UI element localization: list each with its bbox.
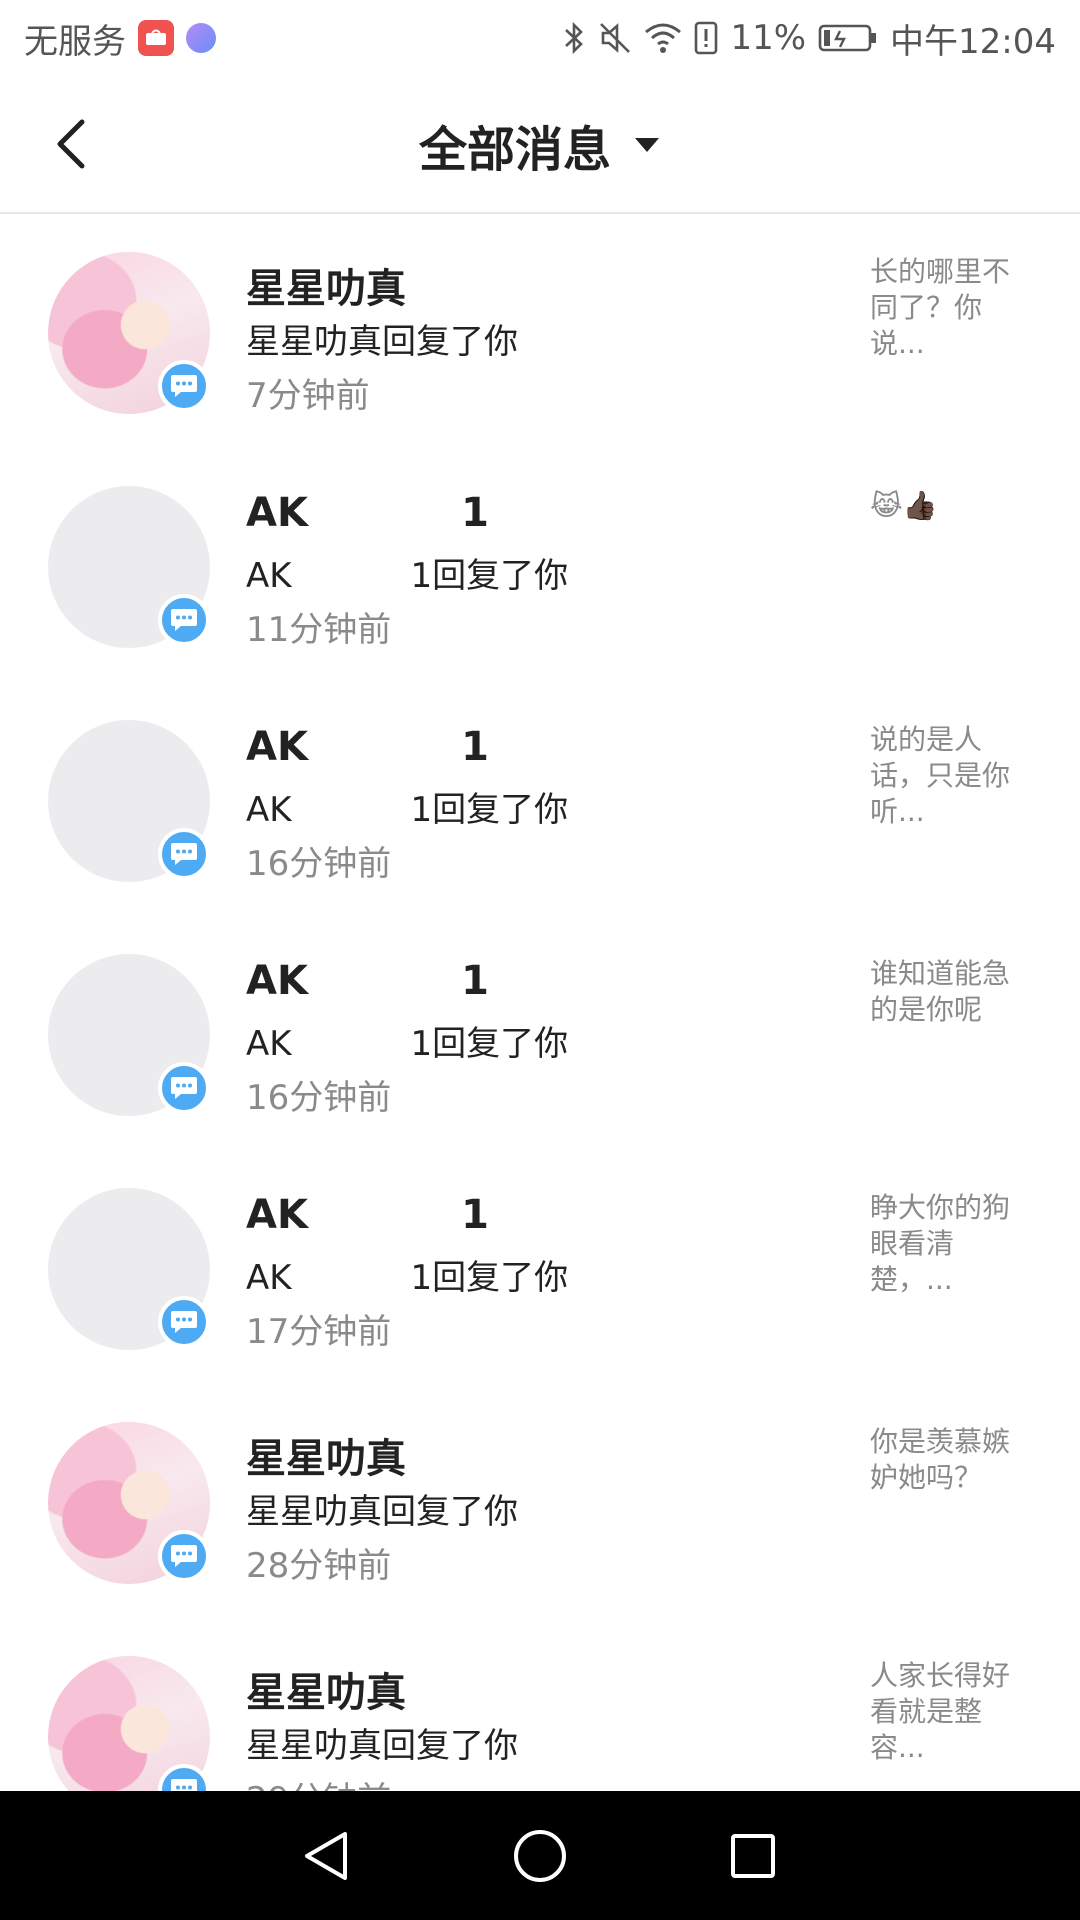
sender-name: AK 1 — [246, 490, 489, 536]
comment-preview: 谁知道能急的是你呢 — [870, 957, 1011, 1026]
reply-text: AK 1回复了你 — [246, 790, 569, 830]
alert-icon — [694, 21, 718, 55]
message-item[interactable]: AK 1 AK 1回复了你 17分钟前 睁大你的狗眼看清楚，... — [0, 1152, 1080, 1386]
huawei-store-icon — [138, 20, 174, 56]
wifi-icon — [644, 22, 682, 54]
timestamp: 16分钟前 — [246, 844, 392, 884]
carrier-text: 无服务 — [24, 21, 126, 62]
battery-percent: 11% — [730, 18, 807, 58]
timestamp: 28分钟前 — [246, 1546, 392, 1586]
message-item[interactable]: 星星叻真 星星叻真回复了你 7分钟前 长的哪里不同了？你说... — [0, 216, 1080, 450]
nav-home-button[interactable] — [500, 1816, 580, 1896]
sender-name: 星星叻真 — [246, 1670, 406, 1716]
sender-name: 星星叻真 — [246, 266, 406, 312]
comment-badge-icon — [158, 828, 210, 880]
status-bar-right: 11% 中午12:04 — [562, 14, 1056, 63]
timestamp: 7分钟前 — [246, 376, 370, 416]
timestamp: 29分钟前 — [246, 1772, 391, 1791]
timestamp: 17分钟前 — [246, 1312, 392, 1352]
comment-preview: 😹👍🏿 — [870, 489, 938, 522]
timestamp: 11分钟前 — [246, 610, 392, 650]
dropdown-triangle-icon — [635, 138, 659, 152]
comment-preview: 睁大你的狗眼看清楚，... — [870, 1191, 1011, 1296]
sender-name: AK 1 — [246, 958, 489, 1004]
comment-preview: 说的是人话，只是你听... — [870, 723, 1011, 828]
clock: 中午12:04 — [890, 21, 1056, 62]
reply-text: AK 1回复了你 — [246, 1258, 569, 1298]
nav-home-icon — [513, 1829, 566, 1882]
reply-text: AK 1回复了你 — [246, 556, 569, 596]
timestamp: 16分钟前 — [246, 1078, 392, 1118]
message-item[interactable]: 星星叻真 星星叻真回复了你 29分钟前 人家长得好看就是整容... — [0, 1620, 1080, 1791]
app-header: 全部消息 — [0, 76, 1080, 214]
bluetooth-icon — [562, 21, 586, 55]
comment-badge-icon — [158, 1296, 210, 1348]
status-bar-left: 无服务 — [24, 14, 216, 63]
status-bar: 无服务 11% 中午12:04 — [0, 0, 1080, 76]
sender-name: AK 1 — [246, 724, 489, 770]
reply-text: 星星叻真回复了你 — [246, 322, 518, 362]
comment-badge-icon — [158, 360, 210, 412]
mute-icon — [598, 21, 632, 55]
comment-badge-icon — [158, 1062, 210, 1114]
message-item[interactable]: AK 1 AK 1回复了你 16分钟前 谁知道能急的是你呢 — [0, 918, 1080, 1152]
comment-preview: 长的哪里不同了？你说... — [870, 255, 1011, 360]
music-icon — [186, 23, 216, 53]
screen: 无服务 11% 中午12:04 全部消息 星星叻真 星星叻真回复了你 7分钟前 … — [0, 0, 1080, 1920]
message-list: 星星叻真 星星叻真回复了你 7分钟前 长的哪里不同了？你说... AK 1 AK… — [0, 216, 1080, 1791]
reply-text: AK 1回复了你 — [246, 1024, 569, 1064]
battery-icon — [818, 23, 878, 53]
message-item[interactable]: AK 1 AK 1回复了你 16分钟前 说的是人话，只是你听... — [0, 684, 1080, 918]
nav-back-button[interactable] — [287, 1816, 367, 1896]
nav-back-icon — [304, 1831, 347, 1880]
comment-preview: 你是羡慕嫉妒她吗？ — [870, 1425, 1011, 1494]
navigation-bar — [0, 1791, 1080, 1920]
sender-name: AK 1 — [246, 1192, 489, 1238]
comment-badge-icon — [158, 594, 210, 646]
message-item[interactable]: 星星叻真 星星叻真回复了你 28分钟前 你是羡慕嫉妒她吗？ — [0, 1386, 1080, 1620]
title-dropdown[interactable]: 全部消息 — [0, 76, 1080, 214]
reply-text: 星星叻真回复了你 — [246, 1726, 518, 1766]
sender-name: 星星叻真 — [246, 1436, 406, 1482]
page-title: 全部消息 — [418, 122, 611, 178]
reply-text: 星星叻真回复了你 — [246, 1492, 518, 1532]
nav-recents-icon — [731, 1833, 776, 1878]
comment-preview: 人家长得好看就是整容... — [870, 1659, 1011, 1764]
message-item[interactable]: AK 1 AK 1回复了你 11分钟前 😹👍🏿 — [0, 450, 1080, 684]
comment-badge-icon — [158, 1530, 210, 1582]
nav-recents-button[interactable] — [713, 1816, 793, 1896]
